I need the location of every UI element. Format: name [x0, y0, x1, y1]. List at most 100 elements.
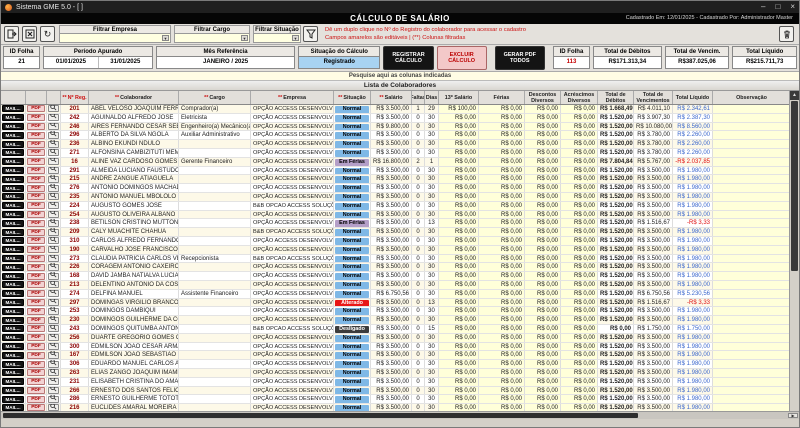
- cell-descontos[interactable]: R$ 0,00: [525, 395, 561, 403]
- mail-button[interactable]: MAIL...: [2, 237, 24, 244]
- cell-ferias[interactable]: R$ 0,00: [479, 123, 525, 131]
- search-button[interactable]: [48, 361, 59, 368]
- pdf-button[interactable]: PDF: [27, 369, 45, 376]
- refresh-button[interactable]: ↻: [40, 26, 55, 42]
- search-button[interactable]: [48, 325, 59, 332]
- cell-obs[interactable]: [713, 255, 789, 263]
- search-button[interactable]: [48, 352, 59, 359]
- header-reg[interactable]: **Nº Reg.: [61, 91, 89, 104]
- cell-descontos[interactable]: R$ 0,00: [525, 149, 561, 157]
- pdf-button[interactable]: PDF: [27, 308, 45, 315]
- header-faltas[interactable]: Faltas: [412, 91, 425, 104]
- cell-obs[interactable]: [713, 158, 789, 166]
- cell-acrescimos[interactable]: R$ 0,00: [561, 351, 598, 359]
- search-button[interactable]: [48, 158, 59, 165]
- pdf-button[interactable]: PDF: [27, 246, 45, 253]
- cell-ferias[interactable]: R$ 0,00: [479, 360, 525, 368]
- cell-salario13[interactable]: R$ 0,00: [439, 307, 479, 315]
- cell-descontos[interactable]: R$ 0,00: [525, 246, 561, 254]
- cell-descontos[interactable]: R$ 0,00: [525, 404, 561, 411]
- cell-descontos[interactable]: R$ 0,00: [525, 184, 561, 192]
- cell-reg[interactable]: 226: [61, 263, 89, 271]
- header-salario[interactable]: **Salário: [371, 91, 412, 104]
- cell-descontos[interactable]: R$ 0,00: [525, 255, 561, 263]
- cell-obs[interactable]: [713, 395, 789, 403]
- search-button[interactable]: [48, 132, 59, 139]
- header-vencimentos[interactable]: Total de Vencimentos: [634, 91, 673, 104]
- cell-reg[interactable]: 266: [61, 387, 89, 395]
- search-button[interactable]: [48, 281, 59, 288]
- cell-reg[interactable]: 256: [61, 334, 89, 342]
- mail-button[interactable]: MAIL...: [2, 176, 24, 183]
- search-button[interactable]: [48, 167, 59, 174]
- cell-ferias[interactable]: R$ 0,00: [479, 237, 525, 245]
- cell-ferias[interactable]: R$ 0,00: [479, 316, 525, 324]
- cell-descontos[interactable]: R$ 0,00: [525, 237, 561, 245]
- pdf-button[interactable]: PDF: [27, 149, 45, 156]
- vertical-scrollbar[interactable]: ▲: [789, 91, 799, 411]
- cell-obs[interactable]: [713, 351, 789, 359]
- cell-salario13[interactable]: R$ 0,00: [439, 334, 479, 342]
- cell-reg[interactable]: 224: [61, 202, 89, 210]
- search-button[interactable]: [48, 141, 59, 148]
- filter-empresa-select[interactable]: ▼: [59, 34, 171, 43]
- mail-button[interactable]: MAIL...: [2, 308, 24, 315]
- cell-descontos[interactable]: R$ 0,00: [525, 211, 561, 219]
- cell-obs[interactable]: [713, 343, 789, 351]
- mail-button[interactable]: MAIL...: [2, 229, 24, 236]
- gerar-pdf-todos-button[interactable]: GERAR PDF TODOS: [495, 46, 545, 70]
- cell-ferias[interactable]: R$ 0,00: [479, 404, 525, 411]
- cell-salario13[interactable]: R$ 0,00: [439, 255, 479, 263]
- cell-descontos[interactable]: R$ 0,00: [525, 369, 561, 377]
- cell-ferias[interactable]: R$ 0,00: [479, 140, 525, 148]
- search-button[interactable]: [48, 185, 59, 192]
- cell-obs[interactable]: [713, 334, 789, 342]
- mail-button[interactable]: MAIL...: [2, 211, 24, 218]
- cell-reg[interactable]: 306: [61, 360, 89, 368]
- cell-ferias[interactable]: R$ 0,00: [479, 334, 525, 342]
- pdf-button[interactable]: PDF: [27, 229, 45, 236]
- header-colaborador[interactable]: **Colaborador: [89, 91, 179, 104]
- cell-reg[interactable]: 230: [61, 316, 89, 324]
- cell-salario13[interactable]: R$ 0,00: [439, 149, 479, 157]
- cell-reg[interactable]: 231: [61, 378, 89, 386]
- pdf-button[interactable]: PDF: [27, 141, 45, 148]
- cell-acrescimos[interactable]: R$ 0,00: [561, 316, 598, 324]
- pdf-button[interactable]: PDF: [27, 264, 45, 271]
- scroll-up-icon[interactable]: ▲: [790, 91, 799, 100]
- cell-obs[interactable]: [713, 184, 789, 192]
- cell-acrescimos[interactable]: R$ 0,00: [561, 404, 598, 411]
- cell-descontos[interactable]: R$ 0,00: [525, 360, 561, 368]
- cell-descontos[interactable]: R$ 0,00: [525, 290, 561, 298]
- cell-acrescimos[interactable]: R$ 0,00: [561, 290, 598, 298]
- cell-salario13[interactable]: R$ 0,00: [439, 123, 479, 131]
- cell-obs[interactable]: [713, 299, 789, 307]
- search-button[interactable]: [48, 369, 59, 376]
- pdf-button[interactable]: PDF: [27, 123, 45, 130]
- cell-salario13[interactable]: R$ 0,00: [439, 202, 479, 210]
- cell-acrescimos[interactable]: R$ 0,00: [561, 387, 598, 395]
- cell-descontos[interactable]: R$ 0,00: [525, 307, 561, 315]
- mail-button[interactable]: MAIL...: [2, 105, 24, 112]
- search-hint-strip[interactable]: Pesquise aqui as colunas indicadas: [1, 72, 799, 81]
- cell-reg[interactable]: 213: [61, 281, 89, 289]
- maximize-button[interactable]: □: [775, 2, 780, 12]
- header-cargo[interactable]: **Cargo: [179, 91, 251, 104]
- cell-ferias[interactable]: R$ 0,00: [479, 228, 525, 236]
- cell-obs[interactable]: [713, 167, 789, 175]
- cell-reg[interactable]: 209: [61, 228, 89, 236]
- cell-descontos[interactable]: R$ 0,00: [525, 343, 561, 351]
- cell-reg[interactable]: 271: [61, 149, 89, 157]
- header-liquido[interactable]: Total Líquido: [673, 91, 713, 104]
- mail-button[interactable]: MAIL...: [2, 246, 24, 253]
- cell-ferias[interactable]: R$ 0,00: [479, 343, 525, 351]
- pdf-button[interactable]: PDF: [27, 334, 45, 341]
- search-button[interactable]: [48, 176, 59, 183]
- search-button[interactable]: [48, 193, 59, 200]
- cell-reg[interactable]: 215: [61, 175, 89, 183]
- cell-descontos[interactable]: R$ 0,00: [525, 167, 561, 175]
- pdf-button[interactable]: PDF: [27, 202, 45, 209]
- cell-acrescimos[interactable]: R$ 0,00: [561, 343, 598, 351]
- search-button[interactable]: [48, 114, 59, 121]
- pdf-button[interactable]: PDF: [27, 193, 45, 200]
